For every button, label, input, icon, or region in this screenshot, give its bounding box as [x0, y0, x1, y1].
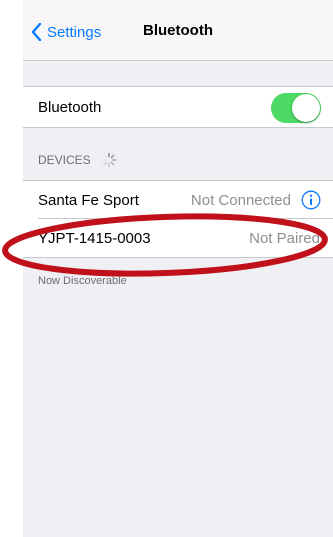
back-button[interactable]: Settings: [31, 20, 101, 44]
devices-list: Santa Fe Sport Not Connected YJPT-1415-0…: [23, 180, 333, 258]
devices-section-header: DEVICES: [38, 152, 117, 168]
device-row-santa-fe-sport[interactable]: Santa Fe Sport Not Connected: [23, 181, 333, 219]
discoverable-note: Now Discoverable: [38, 275, 127, 287]
device-status: Not Connected: [190, 191, 291, 209]
bluetooth-toggle[interactable]: [271, 93, 321, 123]
device-name: Santa Fe Sport: [38, 191, 139, 209]
page-title: Bluetooth: [143, 22, 213, 39]
device-name: YJPT-1415-0003: [38, 229, 151, 247]
bluetooth-group: Bluetooth: [23, 86, 333, 128]
toggle-knob: [292, 94, 320, 122]
device-row-yjpt-1415-0003[interactable]: YJPT-1415-0003 Not Paired: [23, 219, 333, 257]
devices-header-label: DEVICES: [38, 153, 91, 167]
chevron-left-icon: [31, 23, 42, 41]
phone-screen: Settings Bluetooth Bluetooth DEVICES San…: [23, 0, 333, 537]
device-status: Not Paired: [249, 229, 320, 247]
navigation-bar: Settings Bluetooth: [23, 0, 333, 61]
back-button-label: Settings: [47, 23, 102, 41]
bluetooth-row: Bluetooth: [23, 87, 333, 127]
bluetooth-label: Bluetooth: [38, 98, 102, 116]
info-icon[interactable]: [301, 190, 321, 210]
loading-spinner-icon: [101, 152, 116, 168]
